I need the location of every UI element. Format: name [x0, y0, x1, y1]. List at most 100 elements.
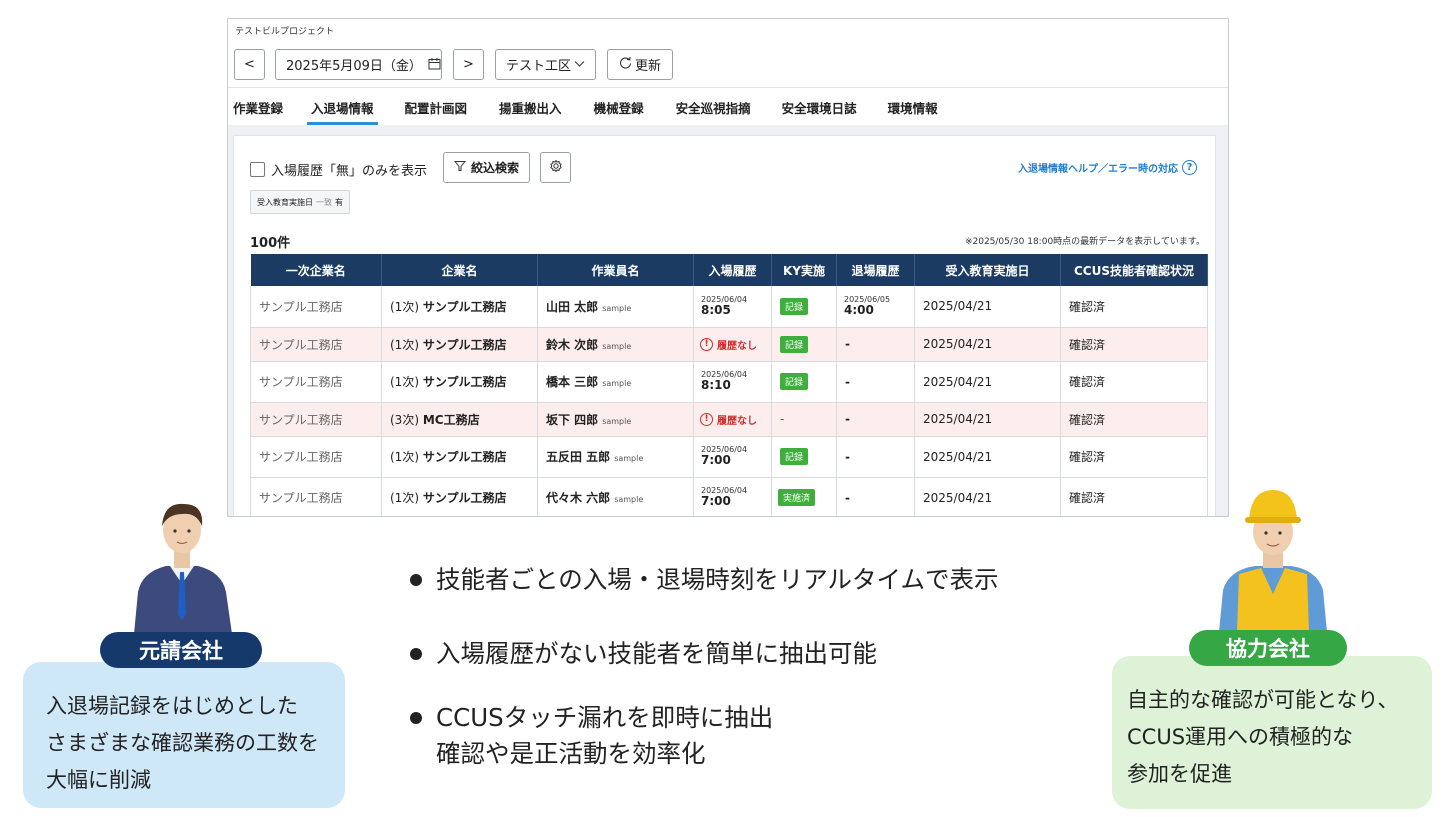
toolbar-divider: [228, 87, 1228, 88]
entry-cell: 2025/06/04 8:05: [693, 286, 772, 328]
col-exit-history[interactable]: 退場履歴: [836, 254, 915, 286]
col-company[interactable]: 企業名: [381, 254, 538, 286]
table-row[interactable]: サンプル工務店 (1次) サンプル工務店 橋本 三郎 sample 2025/06…: [250, 361, 1208, 403]
primary-company-cell: サンプル工務店: [250, 402, 382, 437]
tab-safety-diary[interactable]: 安全環境日誌: [778, 89, 861, 125]
chevron-left-icon: <: [244, 57, 255, 72]
callout-line: 入退場記録をはじめとした: [46, 694, 298, 718]
help-link[interactable]: 入退場情報ヘルプ／エラー時の対応 ?: [1018, 160, 1197, 175]
ccus-status-cell: 確認済: [1060, 477, 1208, 516]
ccus-status-cell: 確認済: [1060, 327, 1208, 362]
tab-work-registration[interactable]: 作業登録: [229, 89, 287, 125]
refresh-icon: [619, 56, 632, 73]
settings-button[interactable]: [540, 152, 571, 183]
ccus-status-cell: 確認済: [1060, 402, 1208, 437]
sample-tag: sample: [614, 495, 644, 504]
tab-lifting[interactable]: 揚重搬出入: [495, 89, 566, 125]
active-filter-chip[interactable]: 受入教育実施日 一致 有: [250, 190, 350, 214]
primary-company-cell: サンプル工務店: [250, 286, 382, 328]
tier-label: (1次): [390, 491, 419, 505]
no-history-filter-checkbox[interactable]: 入場履歴「無」のみを表示: [250, 160, 427, 179]
bullet-text: 技能者ごとの入場・退場時刻をリアルタイムで表示: [436, 565, 999, 594]
ky-cell: 記録: [771, 436, 837, 478]
ky-cell: -: [771, 402, 837, 437]
app-window: テストビルプロジェクト < 2025年5月09日（金） > テスト工区 更新 作…: [227, 18, 1229, 517]
tab-safety-patrol[interactable]: 安全巡視指摘: [672, 89, 755, 125]
tab-entry-exit[interactable]: 入退場情報: [307, 89, 378, 125]
chevron-right-icon: >: [463, 57, 474, 72]
bullet-item: 入場履歴がない技能者を簡単に抽出可能: [408, 636, 877, 672]
filter-button-label: 絞込検索: [470, 161, 519, 175]
entry-time: 7:00: [701, 494, 731, 509]
tier-label: (1次): [390, 375, 419, 389]
sample-tag: sample: [602, 416, 632, 426]
education-date-cell: 2025/04/21: [914, 327, 1061, 362]
worker-cell: 坂下 四郎 sample: [537, 402, 694, 437]
entry-cell: 2025/06/04 7:00: [693, 436, 772, 478]
exit-cell: -: [836, 327, 915, 362]
primary-company-cell: サンプル工務店: [250, 477, 382, 516]
tier-label: (1次): [390, 299, 419, 314]
help-icon: ?: [1182, 160, 1197, 175]
refresh-label: 更新: [634, 59, 661, 74]
col-entry-history[interactable]: 入場履歴: [693, 254, 772, 286]
table-row-alert[interactable]: サンプル工務店 (3次) MC工務店 坂下 四郎 sample ! 履歴なし - -…: [250, 402, 1208, 437]
company-name: サンプル工務店: [422, 299, 507, 314]
general-contractor-label: 元請会社: [100, 632, 262, 668]
worker-name: 鈴木 次郎: [546, 337, 599, 352]
no-history-label: 履歴なし: [717, 415, 757, 427]
worker-cell: 五反田 五郎 sample: [537, 436, 694, 478]
company-name: MC工務店: [422, 412, 480, 427]
bullet-dot: [410, 712, 422, 724]
worker-cell: 代々木 六郎 sample: [537, 477, 694, 516]
tab-layout-plan[interactable]: 配置計画図: [401, 89, 472, 125]
chip-field: 受入教育実施日: [257, 197, 313, 207]
ccus-status-cell: 確認済: [1060, 436, 1208, 478]
exit-cell: 2025/06/05 4:00: [836, 286, 915, 328]
ky-badge: 記録: [780, 448, 809, 465]
construction-worker-illustration: [1219, 490, 1327, 632]
sample-tag: sample: [614, 454, 644, 463]
date-picker[interactable]: 2025年5月09日（金）: [275, 49, 442, 80]
tab-machine-registration[interactable]: 機械登録: [590, 89, 648, 125]
general-contractor-text: 入退場記録をはじめとした さまざまな確認業務の工数を 大幅に削減: [46, 688, 319, 799]
checkbox-box[interactable]: [250, 162, 265, 177]
worker-name: 橋本 三郎: [546, 375, 599, 389]
data-timestamp-note: ※2025/05/30 18:00時点の最新データを表示しています。: [964, 237, 1205, 247]
col-ky[interactable]: KY実施: [771, 254, 837, 286]
worker-name: 坂下 四郎: [546, 412, 599, 427]
no-history-label: 履歴なし: [717, 340, 757, 352]
bullet-item: CCUSタッチ漏れを即時に抽出 確認や是正活動を効率化: [408, 700, 773, 772]
alert-icon: !: [700, 337, 713, 351]
entry-time: 7:00: [701, 453, 731, 468]
table-row[interactable]: サンプル工務店 (1次) サンプル工務店 山田 太郎 sample 2025/06…: [250, 286, 1208, 328]
refresh-button[interactable]: 更新: [607, 49, 673, 80]
gear-icon: [549, 159, 563, 177]
prev-day-button[interactable]: <: [234, 49, 265, 80]
table-row-alert[interactable]: サンプル工務店 (1次) サンプル工務店 鈴木 次郎 sample ! 履歴なし 記…: [250, 327, 1208, 362]
tab-environment[interactable]: 環境情報: [884, 89, 942, 125]
table-header-row: 一次企業名 企業名 作業員名 入場履歴 KY実施 退場履歴 受入教育実施日 CC…: [250, 254, 1208, 286]
bullet-text-multiline: CCUSタッチ漏れを即時に抽出 確認や是正活動を効率化: [436, 700, 773, 772]
callout-line: 参加を促進: [1127, 762, 1232, 786]
table-row[interactable]: サンプル工務店 (1次) サンプル工務店 代々木 六郎 sample 2025/0…: [250, 477, 1208, 516]
exit-cell: -: [836, 402, 915, 437]
sample-tag: sample: [602, 303, 632, 313]
next-day-button[interactable]: >: [453, 49, 484, 80]
area-select[interactable]: テスト工区: [495, 49, 596, 80]
col-education-date[interactable]: 受入教育実施日: [914, 254, 1061, 286]
filter-search-button[interactable]: 絞込検索: [443, 152, 530, 183]
checkbox-label: 入場履歴「無」のみを表示: [271, 164, 428, 179]
chip-operator: 一致: [316, 197, 332, 207]
primary-company-cell: サンプル工務店: [250, 361, 382, 403]
company-name: サンプル工務店: [422, 375, 507, 389]
col-worker[interactable]: 作業員名: [537, 254, 694, 286]
company-cell: (1次) サンプル工務店: [381, 477, 538, 516]
no-history-alert: ! 履歴なし: [700, 337, 765, 352]
partner-company-text: 自主的な確認が可能となり、 CCUS運用への積極的な 参加を促進: [1127, 682, 1399, 793]
entry-time: 8:05: [701, 302, 731, 317]
entry-exit-panel: 入場履歴「無」のみを表示 絞込検索 入退場情報ヘルプ／エラー時の対応 ? 受入教…: [233, 135, 1216, 516]
col-primary-company[interactable]: 一次企業名: [250, 254, 382, 286]
col-ccus-status[interactable]: CCUS技能者確認状況: [1060, 254, 1208, 286]
table-row[interactable]: サンプル工務店 (1次) サンプル工務店 五反田 五郎 sample 2025/0…: [250, 436, 1208, 478]
